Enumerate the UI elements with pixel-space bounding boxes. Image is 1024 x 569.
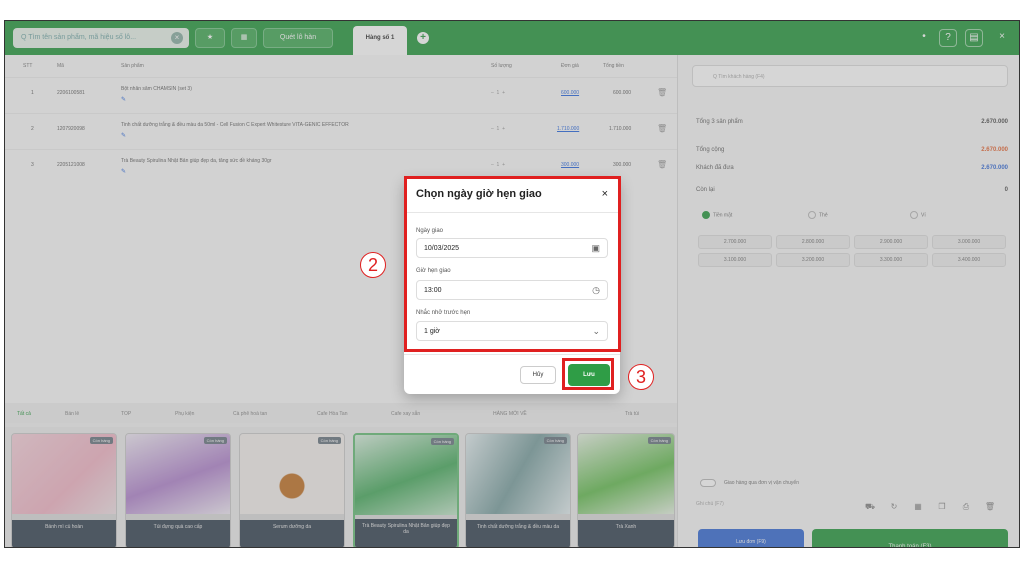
cancel-button[interactable]: Hủy	[520, 366, 556, 384]
highlight-form-box	[404, 176, 621, 352]
highlight-save-box	[562, 358, 614, 390]
step-3-marker: 3	[628, 364, 654, 390]
step-2-marker: 2	[360, 252, 386, 278]
divider	[404, 354, 620, 355]
